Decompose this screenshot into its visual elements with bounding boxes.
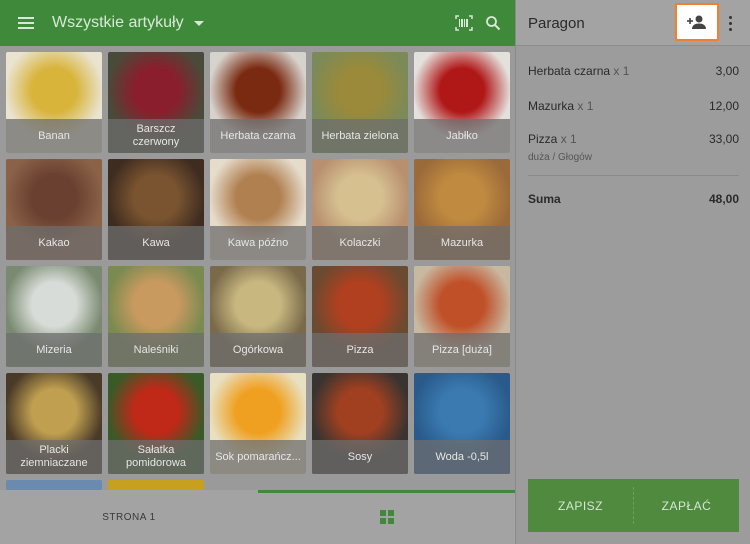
product-tile[interactable]: Kakao (6, 159, 102, 260)
product-tile[interactable]: Sosy (312, 373, 408, 474)
receipt-line[interactable]: Pizza x 1 33,00 duża / Głogów (528, 132, 739, 163)
divider (528, 175, 739, 176)
barcode-scan-icon[interactable] (455, 15, 473, 31)
product-tile[interactable]: Kawa późno (210, 159, 306, 260)
receipt-total: Suma 48,00 (528, 192, 739, 206)
product-tile[interactable]: Woda -0,5l (414, 373, 510, 474)
product-label: Herbata czarna (210, 119, 306, 153)
receipt-title: Paragon (528, 15, 585, 32)
product-tile[interactable]: Herbata czarna (210, 52, 306, 153)
product-tile[interactable]: Banan (6, 52, 102, 153)
product-tile[interactable]: Kolaczki (312, 159, 408, 260)
product-tile[interactable]: Sok pomarańcz... (210, 373, 306, 474)
product-tile[interactable]: Ogórkowa (210, 266, 306, 367)
top-app-bar: Wszystkie artykuły (0, 0, 515, 46)
sum-label: Suma (528, 192, 561, 206)
product-tile[interactable]: Herbata zielona (312, 52, 408, 153)
product-label: Sałatka pomidorowa (108, 440, 204, 474)
receipt-panel: Paragon Herbata czarna x 1 3,00 Mazurka … (515, 0, 750, 544)
item-qty: x 1 (613, 64, 630, 78)
item-name: Mazurka (528, 99, 575, 113)
pay-button[interactable]: ZAPŁAĆ (634, 479, 739, 532)
caret-down-icon (193, 20, 204, 26)
item-qty: x 1 (577, 99, 594, 113)
add-customer-icon[interactable] (675, 3, 719, 41)
product-label: Kolaczki (312, 226, 408, 260)
item-name: Herbata czarna (528, 64, 611, 78)
product-label: Herbata zielona (312, 119, 408, 153)
product-tile[interactable]: Jabłko (414, 52, 510, 153)
receipt-actions: ZAPISZ ZAPŁAĆ (528, 479, 739, 532)
item-qty: x 1 (560, 132, 577, 146)
product-tile[interactable]: Barszcz czerwony (108, 52, 204, 153)
product-tile-partial[interactable] (6, 480, 102, 490)
product-label: Ogórkowa (210, 333, 306, 367)
product-tile[interactable]: Pizza [duża] (414, 266, 510, 367)
bottom-nav: STRONA 1 (0, 490, 515, 544)
product-tile[interactable]: Mazurka (414, 159, 510, 260)
product-label: Placki ziemniaczane (6, 440, 102, 474)
receipt-line[interactable]: Mazurka x 1 12,00 (528, 99, 739, 113)
product-label: Barszcz czerwony (108, 119, 204, 153)
product-tile[interactable]: Naleśniki (108, 266, 204, 367)
product-label: Naleśniki (108, 333, 204, 367)
product-label: Pizza (312, 333, 408, 367)
product-tile-partial[interactable] (108, 480, 204, 490)
product-label: Mazurka (414, 226, 510, 260)
product-tile[interactable]: Sałatka pomidorowa (108, 373, 204, 474)
product-label: Mizeria (6, 333, 102, 367)
hamburger-icon[interactable] (0, 0, 52, 46)
product-label: Pizza [duża] (414, 333, 510, 367)
product-tile[interactable]: Placki ziemniaczane (6, 373, 102, 474)
product-label: Sok pomarańcz... (210, 440, 306, 474)
category-title: Wszystkie artykuły (52, 14, 184, 31)
item-price: 3,00 (715, 64, 739, 78)
product-label: Kakao (6, 226, 102, 260)
sum-value: 48,00 (708, 192, 739, 206)
products-panel: Wszystkie artykuły Banan Barszcz czerwony… (0, 0, 515, 544)
product-tile[interactable]: Mizeria (6, 266, 102, 367)
category-dropdown[interactable]: Wszystkie artykuły (52, 14, 204, 32)
item-price: 33,00 (708, 132, 739, 146)
grid-view-icon[interactable] (258, 490, 515, 544)
product-label: Jabłko (414, 119, 510, 153)
product-tile[interactable]: Pizza (312, 266, 408, 367)
product-label: Sosy (312, 440, 408, 474)
product-label: Kawa (108, 226, 204, 260)
receipt-header: Paragon (516, 0, 750, 46)
tab-page-1[interactable]: STRONA 1 (0, 490, 258, 544)
product-label: Banan (6, 119, 102, 153)
search-icon[interactable] (485, 15, 501, 31)
item-name: Pizza (528, 132, 558, 146)
save-button[interactable]: ZAPISZ (528, 479, 633, 532)
more-vert-icon[interactable] (722, 12, 738, 34)
product-label: Woda -0,5l (414, 440, 510, 474)
item-modifier-note: duża / Głogów (528, 152, 592, 163)
item-price: 12,00 (708, 99, 739, 113)
receipt-line[interactable]: Herbata czarna x 1 3,00 (528, 64, 739, 78)
product-label: Kawa późno (210, 226, 306, 260)
product-tile[interactable]: Kawa (108, 159, 204, 260)
